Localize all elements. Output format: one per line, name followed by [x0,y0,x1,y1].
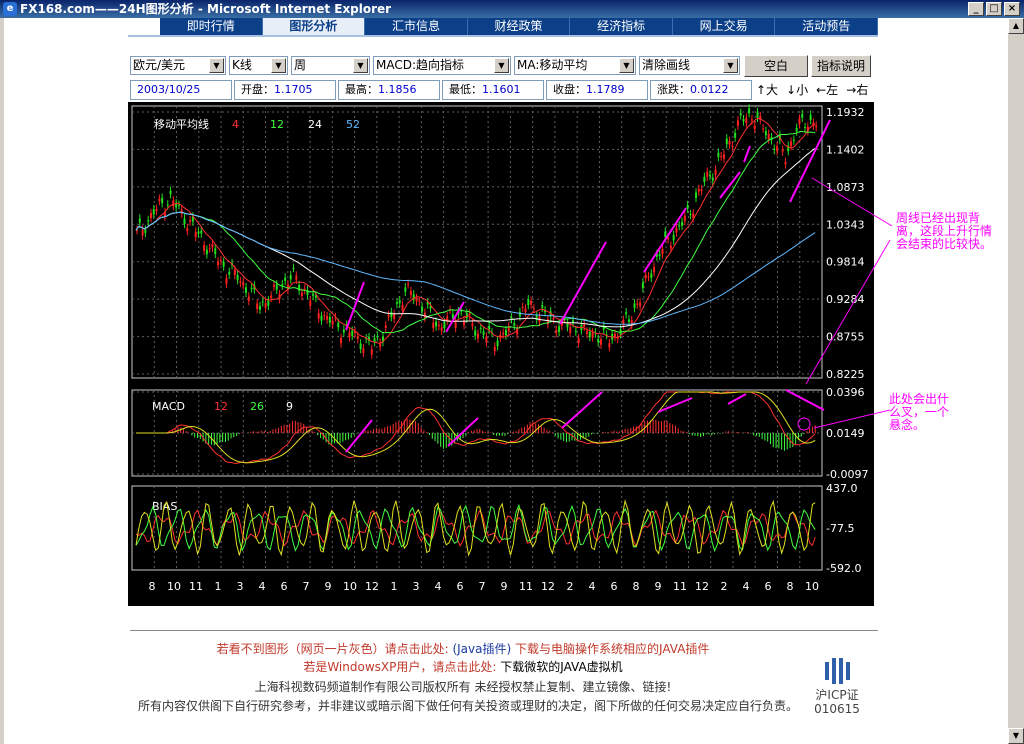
icp-badge: 沪ICP证 010615 [814,688,860,716]
footer-line1: 若看不到图形（网页一片灰色）请点击此处: (Java插件) 下载与电脑操作系统相… [216,642,710,656]
footer-line2: 若是WindowsXP用户，请点击此处: 下载微软的JAVA虚拟机 [303,660,623,674]
footer-divider [130,630,878,631]
java-plugin-link[interactable]: (Java插件) [452,642,511,656]
icp-logo-icon [825,658,850,684]
annotation-lines [805,177,893,429]
java-download-link[interactable]: 下载与电脑操作系统相应的JAVA插件 [515,642,709,656]
ms-java-link[interactable]: 下载微软的JAVA虚拟机 [500,660,622,674]
footer-copyright: 上海科视数码频道制作有限公司版权所有 未经授权禁止复制、建立镜像、链接! [254,680,672,694]
footer-disclaimer: 所有内容仅供阁下自行研究参考，并非建议或暗示阁下做任何有关投资或理财的决定，阁下… [137,699,798,713]
